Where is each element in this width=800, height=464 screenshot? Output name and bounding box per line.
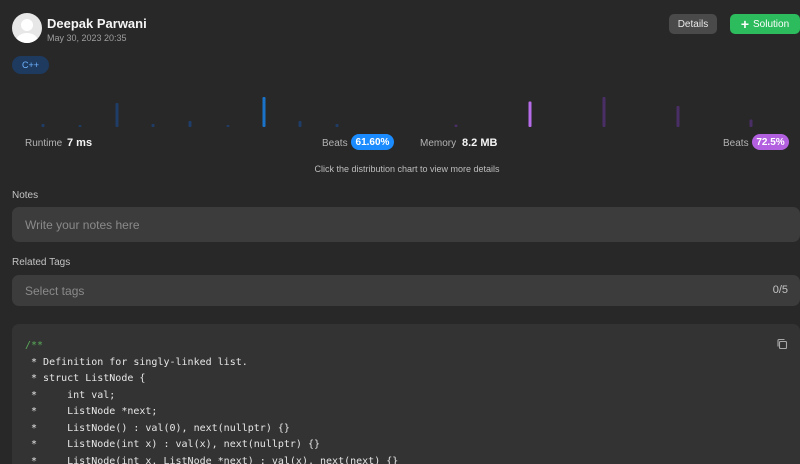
runtime-distribution-bar[interactable] <box>298 121 302 127</box>
user-name[interactable]: Deepak Parwani <box>47 16 147 31</box>
code-line: /** <box>25 340 44 351</box>
tags-placeholder: Select tags <box>25 284 85 298</box>
submission-date: May 30, 2023 20:35 <box>47 33 127 43</box>
notes-placeholder: Write your notes here <box>25 218 140 232</box>
code-viewer: /** * Definition for singly-linked list.… <box>12 324 800 464</box>
distribution-chart[interactable] <box>0 84 800 130</box>
plus-icon: + <box>740 16 750 32</box>
tags-count: 0/5 <box>772 284 788 296</box>
code-line: * int val; <box>25 389 116 401</box>
avatar[interactable] <box>12 13 42 43</box>
memory-distribution-bar[interactable] <box>454 124 458 127</box>
code-line: * ListNode() : val(0), next(nullptr) {} <box>25 422 290 434</box>
memory-label: Memory <box>420 138 457 149</box>
runtime-distribution-bar[interactable] <box>188 121 192 127</box>
runtime-beats-label: Beats <box>322 138 348 149</box>
code-line: * struct ListNode { <box>25 373 146 384</box>
copy-icon[interactable] <box>776 338 788 350</box>
tags-select[interactable]: Select tags 0/5 <box>12 275 800 306</box>
related-tags-label: Related Tags <box>12 257 71 268</box>
code-block: /** * Definition for singly-linked list.… <box>25 338 398 464</box>
memory-beats-badge: 72.5% <box>752 134 789 150</box>
memory-value: 8.2 MB <box>462 137 498 149</box>
runtime-value: 7 ms <box>67 137 93 149</box>
solution-button[interactable]: + Solution <box>730 14 800 34</box>
runtime-distribution-bar[interactable] <box>151 124 155 127</box>
solution-button-label: Solution <box>753 18 790 30</box>
details-button[interactable]: Details <box>669 14 717 34</box>
user-avatar-icon <box>16 19 38 43</box>
runtime-distribution-bar[interactable] <box>115 103 119 127</box>
notes-input[interactable]: Write your notes here <box>12 207 800 242</box>
chart-hint: Click the distribution chart to view mor… <box>314 164 500 174</box>
code-line: * ListNode(int x, ListNode *next) : val(… <box>25 455 399 464</box>
runtime-distribution-bar[interactable] <box>262 97 266 127</box>
runtime-beats-badge: 61.60% <box>351 134 394 150</box>
runtime-distribution-bar[interactable] <box>226 125 230 127</box>
memory-beats-label: Beats <box>723 138 749 149</box>
code-line: * Definition for singly-linked list. <box>25 356 248 368</box>
memory-distribution-bar[interactable] <box>676 106 680 127</box>
runtime-distribution-bar[interactable] <box>78 125 82 127</box>
submission-header: Deepak Parwani May 30, 2023 20:35 Detail… <box>12 13 800 45</box>
memory-distribution-bar[interactable] <box>602 97 606 127</box>
language-tag[interactable]: C++ <box>12 56 50 74</box>
runtime-distribution-bar[interactable] <box>41 124 45 127</box>
notes-label: Notes <box>12 190 39 201</box>
code-line: * ListNode(int x) : val(x), next(nullptr… <box>25 439 321 450</box>
runtime-distribution-bar[interactable] <box>335 124 339 127</box>
code-line: * ListNode *next; <box>25 406 158 417</box>
runtime-label: Runtime <box>25 138 63 149</box>
memory-distribution-bar[interactable] <box>528 101 532 128</box>
memory-distribution-bar[interactable] <box>749 119 753 128</box>
